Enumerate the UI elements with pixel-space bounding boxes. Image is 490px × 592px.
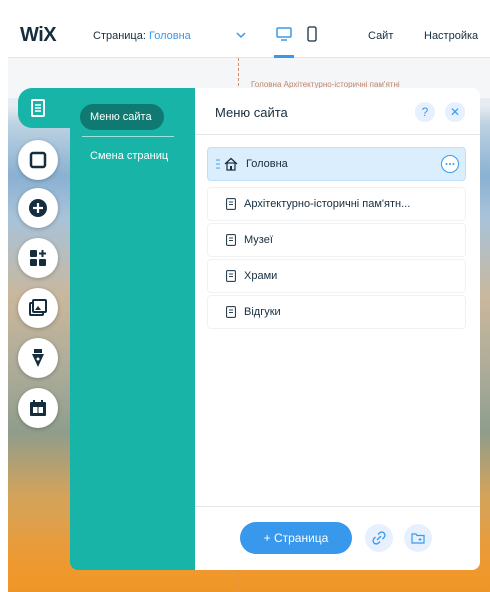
pen-icon xyxy=(32,349,44,367)
mobile-icon[interactable] xyxy=(306,26,318,42)
tab-divider xyxy=(82,136,174,137)
page-selector[interactable]: Страница: Головна xyxy=(93,30,191,42)
home-icon xyxy=(224,157,238,171)
add-link-button[interactable] xyxy=(365,524,393,552)
more-icon xyxy=(445,163,455,165)
help-button[interactable]: ? xyxy=(415,102,435,122)
page-item-label: Головна xyxy=(246,158,288,170)
add-button[interactable] xyxy=(18,188,58,228)
page-icon xyxy=(226,234,236,246)
chevron-down-icon[interactable] xyxy=(235,30,247,40)
pages-button[interactable] xyxy=(18,88,70,128)
link-icon xyxy=(372,531,386,545)
page-icon xyxy=(226,306,236,318)
drag-handle-icon[interactable] xyxy=(216,159,220,169)
page-item[interactable]: Храми xyxy=(208,260,465,292)
media-button[interactable] xyxy=(18,288,58,328)
panel-footer-divider xyxy=(195,506,480,507)
page-item[interactable]: Відгуки xyxy=(208,296,465,328)
device-active-indicator xyxy=(274,55,294,58)
close-button[interactable]: ✕ xyxy=(445,102,465,122)
wix-logo[interactable]: WiX xyxy=(20,24,57,47)
blog-button[interactable] xyxy=(18,338,58,378)
page-selector-value: Головна xyxy=(148,30,191,42)
site-menu[interactable]: Сайт xyxy=(368,30,393,42)
add-folder-button[interactable] xyxy=(404,524,432,552)
add-icon xyxy=(29,199,47,217)
media-icon xyxy=(29,299,47,316)
tab-site-menu-label[interactable]: Меню сайта xyxy=(90,111,152,123)
pages-icon xyxy=(31,99,45,117)
page-item[interactable]: Архітектурно-історичні пам'ятн... xyxy=(208,188,465,220)
editor-topbar: WiX Страница: Головна Сайт Настройка xyxy=(8,12,490,58)
page-item-home[interactable]: Головна xyxy=(208,148,465,180)
site-menu-panel: Меню сайта ? ✕ Головна Архітектурно-істо… xyxy=(195,88,480,570)
tab-page-transitions[interactable]: Смена страниц xyxy=(90,150,168,162)
desktop-icon[interactable] xyxy=(276,26,292,42)
page-selector-prefix: Страница: xyxy=(93,30,149,42)
panel-title: Меню сайта xyxy=(215,105,288,120)
settings-menu[interactable]: Настройка xyxy=(424,30,478,42)
page-item-label: Відгуки xyxy=(244,306,281,318)
tool-rail xyxy=(18,88,70,440)
background-button[interactable] xyxy=(18,140,58,180)
page-icon xyxy=(226,198,236,210)
apps-button[interactable] xyxy=(18,238,58,278)
page-icon xyxy=(226,270,236,282)
page-item-label: Архітектурно-історичні пам'ятн... xyxy=(244,198,411,210)
apps-icon xyxy=(30,250,46,266)
page-item-label: Храми xyxy=(244,270,278,282)
page-item[interactable]: Музеї xyxy=(208,224,465,256)
pages-side-menu: Меню сайта Смена страниц xyxy=(70,88,195,570)
bookings-button[interactable] xyxy=(18,388,58,428)
calendar-icon xyxy=(30,400,46,416)
folder-icon xyxy=(411,533,425,544)
background-icon xyxy=(29,151,47,169)
more-actions-button[interactable] xyxy=(441,155,459,173)
panel-divider xyxy=(195,134,480,135)
page-item-label: Музеї xyxy=(244,234,273,246)
add-page-button[interactable]: + Страница xyxy=(240,522,352,554)
